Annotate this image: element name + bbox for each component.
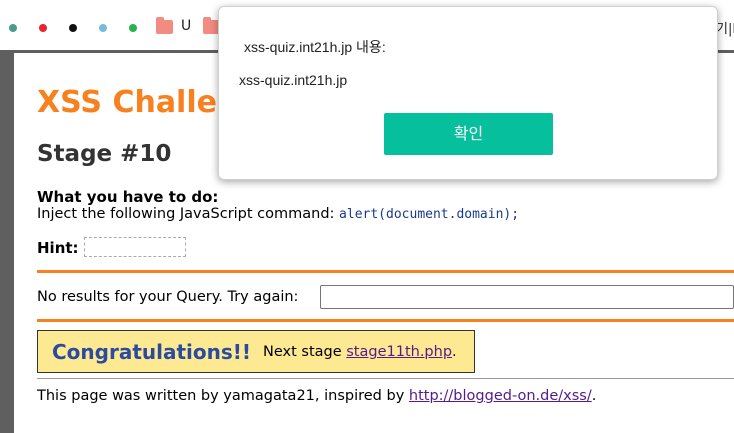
dialog-message: xss-quiz.int21h.jp <box>239 72 348 88</box>
bookmark-favicon-icon[interactable] <box>99 24 107 32</box>
todo-code: alert(document.domain); <box>339 207 520 222</box>
query-input[interactable] <box>320 285 734 309</box>
hint-box <box>84 237 186 257</box>
divider-top <box>37 270 734 273</box>
bookmark-favicon-icon[interactable] <box>39 24 47 32</box>
congrats-box: Congratulations!! Next stage stage11th.p… <box>37 330 475 373</box>
congrats-title: Congratulations!! <box>52 340 252 364</box>
todo-instructions: Inject the following JavaScript command:… <box>37 206 519 222</box>
next-stage-text: Next stage stage11th.php. <box>263 344 457 360</box>
bookmark-favicon-icon[interactable] <box>129 24 137 32</box>
todo-text: Inject the following JavaScript command: <box>37 206 340 222</box>
bookmark-folder-icon[interactable] <box>156 17 173 34</box>
page-title: XSS Challe <box>37 85 217 120</box>
bookmark-favicon-icon[interactable] <box>69 24 77 32</box>
query-label: No results for your Query. Try again: <box>37 289 299 305</box>
divider-bottom <box>37 319 734 322</box>
hint-label: Hint: <box>37 239 79 257</box>
dialog-title: xss-quiz.int21h.jp 내용: <box>244 39 386 55</box>
footer-text: This page was written by yamagata21, ins… <box>37 388 596 404</box>
frame-border-left <box>0 50 14 433</box>
footer-link[interactable]: http://blogged-on.de/xss/ <box>409 388 592 404</box>
stage-heading: Stage #10 <box>37 141 172 167</box>
alert-dialog: xss-quiz.int21h.jp 내용: xss-quiz.int21h.j… <box>218 6 718 180</box>
footer-suffix: . <box>591 388 597 404</box>
next-stage-link[interactable]: stage11th.php <box>346 344 452 360</box>
bookmark-favicon-icon[interactable] <box>9 24 17 32</box>
next-stage-prefix: Next stage <box>263 344 347 360</box>
bookmark-folder-label[interactable]: U <box>181 18 191 34</box>
next-stage-suffix: . <box>452 344 457 360</box>
footer-divider <box>37 378 734 379</box>
bookmark-overflow-label[interactable]: 기|E <box>716 18 734 37</box>
todo-heading: What you have to do: <box>37 188 219 206</box>
footer-prefix: This page was written by yamagata21, ins… <box>37 388 409 404</box>
ok-button[interactable]: 확인 <box>384 113 553 155</box>
